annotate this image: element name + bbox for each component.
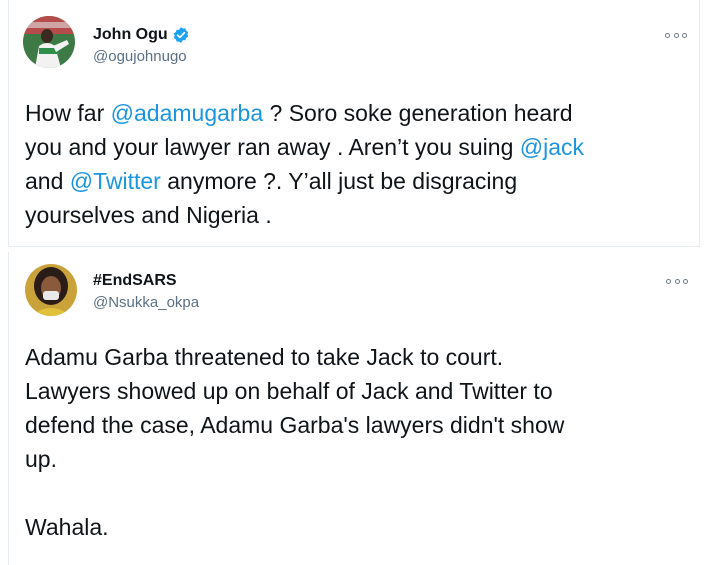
more-options-icon[interactable] <box>666 276 688 286</box>
avatar-photo <box>25 264 77 316</box>
text-segment: and <box>25 168 70 194</box>
text-line: Wahala. <box>25 510 686 544</box>
mention-link[interactable]: @adamugarba <box>111 100 264 126</box>
text-line: up. <box>25 442 686 476</box>
text-line: and @Twitter anymore ?. Y’all just be di… <box>25 164 685 198</box>
more-options-icon[interactable] <box>665 30 687 40</box>
user-handle[interactable]: @ogujohnugo <box>93 48 187 65</box>
text-segment: you and your lawyer ran away . Aren’t yo… <box>25 134 520 160</box>
text-segment: Adamu Garba threatened to take Jack to c… <box>25 344 504 370</box>
text-line: How far @adamugarba ? Soro soke generati… <box>25 96 685 130</box>
mention-link[interactable]: @Twitter <box>70 168 161 194</box>
avatar-photo <box>23 16 75 68</box>
mention-link[interactable]: @jack <box>520 134 584 160</box>
tweet-text: How far @adamugarba ? Soro soke generati… <box>25 96 685 232</box>
text-segment: Lawyers showed up on behalf of Jack and … <box>25 378 553 404</box>
user-handle[interactable]: @Nsukka_okpa <box>93 294 199 311</box>
avatar[interactable] <box>23 16 75 68</box>
text-line: yourselves and Nigeria . <box>25 198 685 232</box>
text-segment: yourselves and Nigeria . <box>25 202 272 228</box>
text-line: you and your lawyer ran away . Aren’t yo… <box>25 130 685 164</box>
tweet-text: Adamu Garba threatened to take Jack to c… <box>25 340 686 544</box>
text-segment: How far <box>25 100 111 126</box>
tweet-card[interactable]: John Ogu @ogujohnugo How far @adamugarba… <box>8 0 700 247</box>
text-segment: anymore ?. Y’all just be disgracing <box>160 168 518 194</box>
text-line: Adamu Garba threatened to take Jack to c… <box>25 340 686 374</box>
display-name[interactable]: John Ogu <box>93 26 168 44</box>
text-line: defend the case, Adamu Garba's lawyers d… <box>25 408 686 442</box>
text-segment: Wahala. <box>25 514 109 540</box>
text-segment: ? Soro soke generation heard <box>263 100 573 126</box>
display-name[interactable]: #EndSARS <box>93 272 177 290</box>
text-line: Lawyers showed up on behalf of Jack and … <box>25 374 686 408</box>
text-segment: up. <box>25 446 57 472</box>
text-segment: defend the case, Adamu Garba's lawyers d… <box>25 412 565 438</box>
tweet-card[interactable]: #EndSARS @Nsukka_okpa Adamu Garba threat… <box>8 252 700 565</box>
verified-badge-icon <box>172 26 190 44</box>
avatar[interactable] <box>25 264 77 316</box>
